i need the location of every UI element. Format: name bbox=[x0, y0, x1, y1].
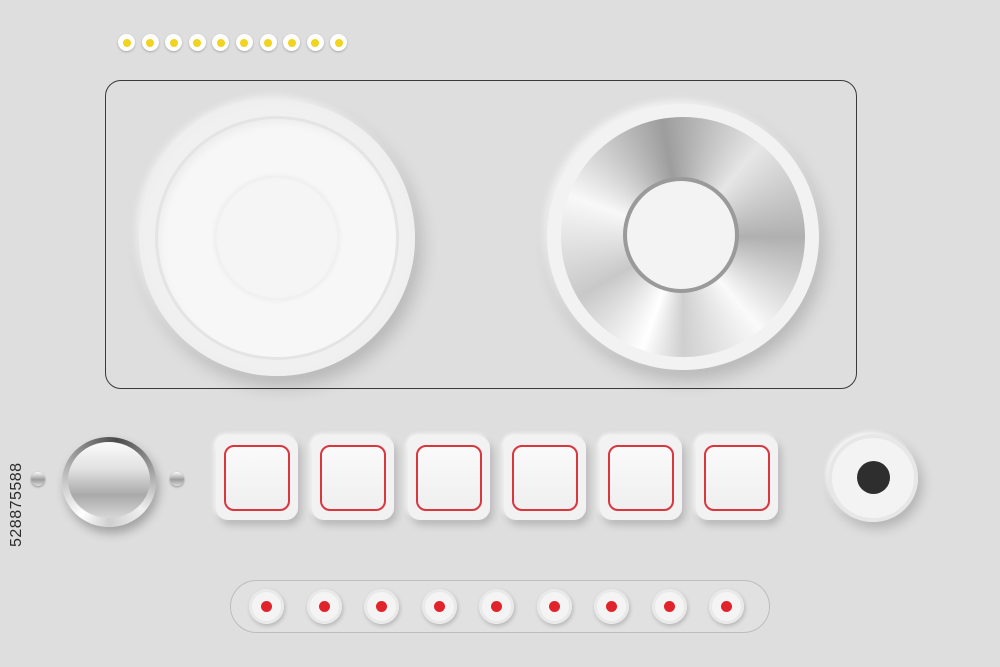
pad-button-6[interactable] bbox=[696, 436, 778, 520]
jog-wheel-hub bbox=[215, 176, 339, 300]
round-black-button[interactable] bbox=[828, 434, 918, 522]
red-led-indicator[interactable] bbox=[364, 589, 399, 624]
yellow-led-indicator bbox=[141, 34, 159, 51]
red-led-indicator[interactable] bbox=[421, 589, 457, 624]
right-jog-wheel[interactable] bbox=[547, 104, 819, 370]
pad-face bbox=[512, 445, 578, 511]
yellow-led-indicator bbox=[118, 34, 135, 51]
yellow-led-indicator bbox=[212, 34, 230, 51]
pad-button-1[interactable] bbox=[216, 436, 298, 520]
pad-button-3[interactable] bbox=[408, 436, 490, 520]
pad-face bbox=[224, 445, 290, 511]
pad-button-2[interactable] bbox=[312, 436, 394, 520]
yellow-led-indicator bbox=[165, 34, 183, 51]
pad-face bbox=[320, 445, 386, 511]
red-led-indicator[interactable] bbox=[536, 589, 572, 624]
left-jog-wheel[interactable] bbox=[139, 100, 415, 376]
red-led-indicator[interactable] bbox=[651, 589, 687, 624]
yellow-led-indicator bbox=[283, 34, 301, 51]
yellow-led-indicator bbox=[259, 34, 277, 51]
pad-button-5[interactable] bbox=[600, 436, 682, 520]
yellow-led-indicator bbox=[235, 34, 253, 51]
black-dot-icon bbox=[857, 461, 890, 494]
red-led-indicator[interactable] bbox=[249, 589, 284, 624]
bottom-led-row bbox=[249, 589, 744, 624]
pad-row bbox=[216, 436, 778, 520]
knob-face bbox=[68, 442, 150, 518]
screw-icon bbox=[31, 472, 45, 486]
pad-face bbox=[416, 445, 482, 511]
yellow-led-indicator bbox=[330, 34, 348, 51]
red-led-indicator[interactable] bbox=[306, 589, 342, 624]
red-led-indicator[interactable] bbox=[709, 589, 744, 624]
top-led-row bbox=[118, 34, 348, 51]
jog-wheel-center bbox=[623, 177, 739, 293]
yellow-led-indicator bbox=[306, 34, 324, 51]
red-led-indicator[interactable] bbox=[479, 589, 514, 624]
rotary-knob[interactable] bbox=[62, 437, 156, 527]
red-led-indicator[interactable] bbox=[594, 589, 629, 624]
yellow-led-indicator bbox=[188, 34, 206, 51]
pad-face bbox=[704, 445, 770, 511]
pad-face bbox=[608, 445, 674, 511]
screw-icon bbox=[170, 472, 184, 486]
pad-button-4[interactable] bbox=[504, 436, 586, 520]
stock-id-text: 528875588 bbox=[8, 462, 25, 548]
